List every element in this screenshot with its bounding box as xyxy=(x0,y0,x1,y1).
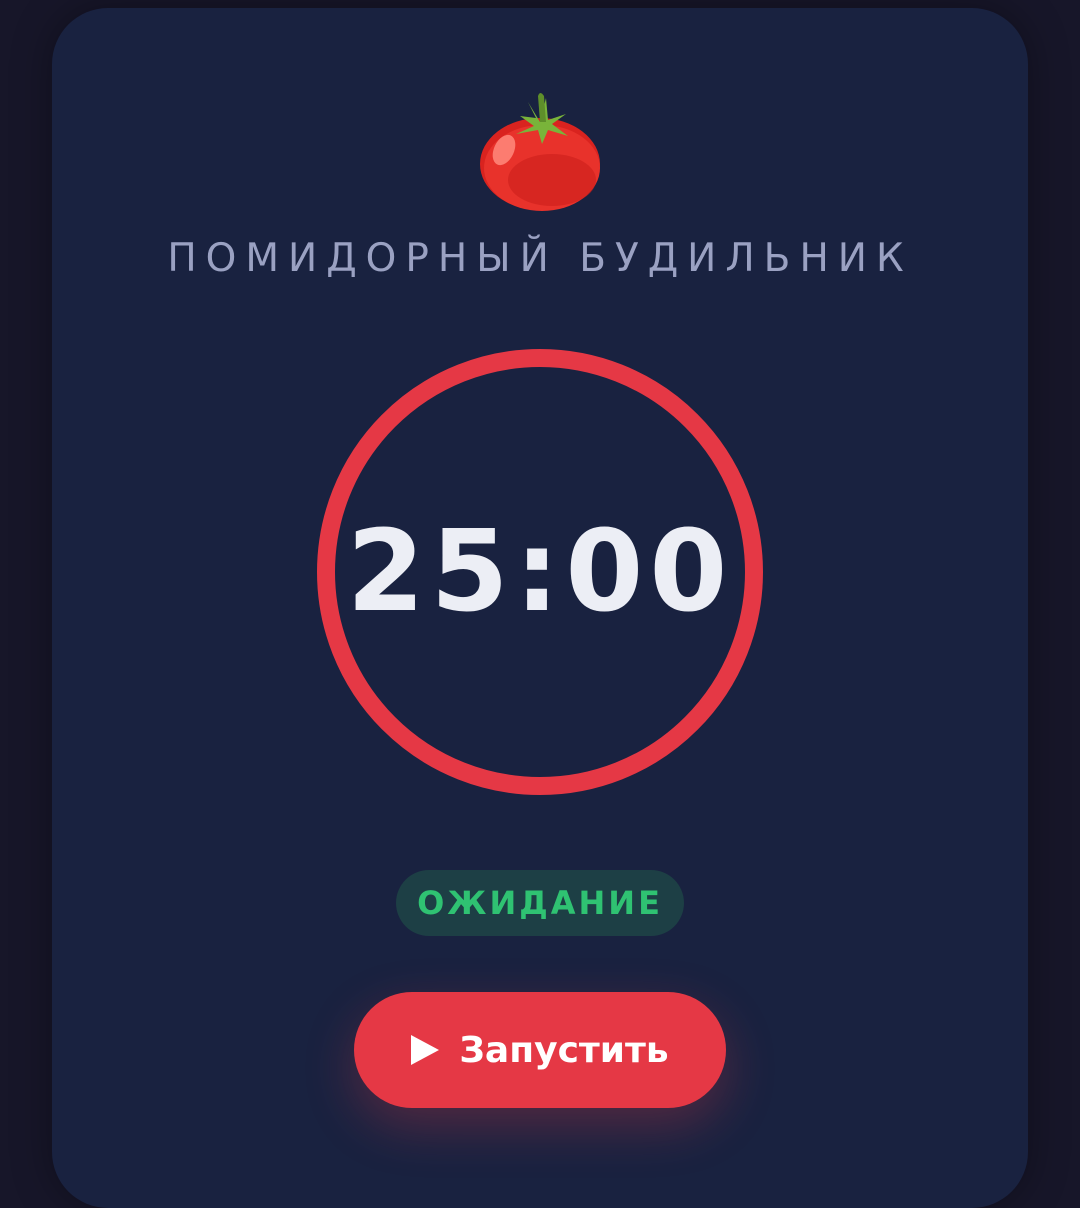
play-icon xyxy=(411,1035,440,1065)
tomato-icon xyxy=(480,93,600,211)
app-title: ПОМИДОРНЫЙ БУДИЛЬНИК xyxy=(167,236,913,281)
status-badge: ОЖИДАНИЕ xyxy=(396,870,684,936)
start-button-label: Запустить xyxy=(459,1029,669,1071)
start-button[interactable]: Запустить xyxy=(354,992,726,1108)
timer-display: 25:00 xyxy=(346,507,734,637)
